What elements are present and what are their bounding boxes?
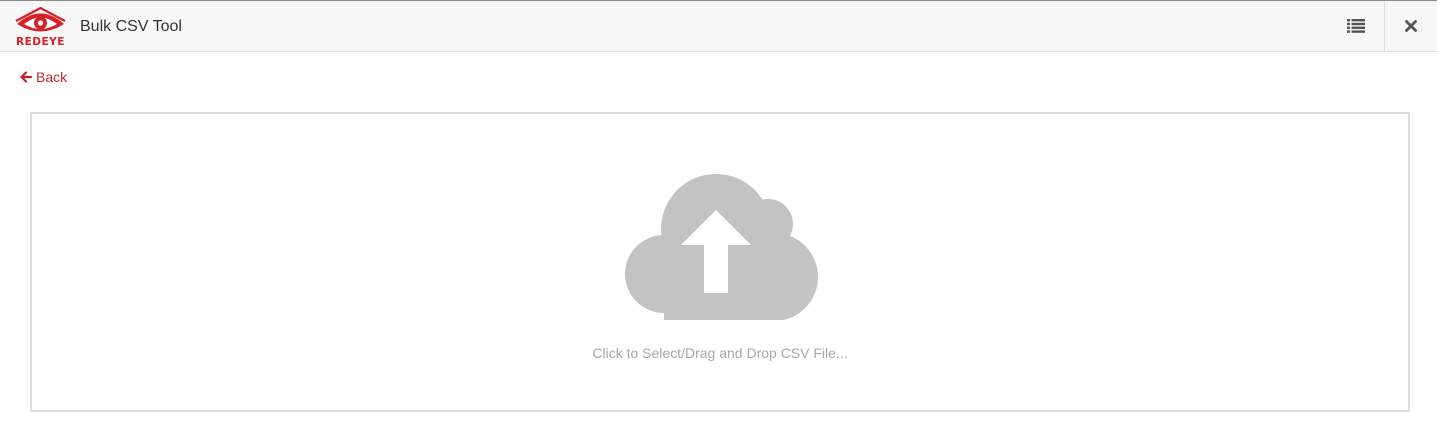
back-label: Back	[36, 69, 68, 85]
cloud-upload-icon	[625, 174, 818, 320]
app-title: Bulk CSV Tool	[80, 18, 182, 35]
back-link[interactable]: Back	[20, 68, 67, 86]
arrow-left-icon	[20, 71, 32, 83]
csv-dropzone[interactable]: Click to Select/Drag and Drop CSV File..…	[30, 112, 1410, 412]
list-view-button[interactable]	[1328, 1, 1383, 51]
dropzone-prompt: Click to Select/Drag and Drop CSV File..…	[592, 345, 848, 361]
app-window: REDEYE Bulk CSV Tool Back Click to Selec…	[0, 0, 1437, 439]
svg-text:REDEYE: REDEYE	[16, 36, 65, 47]
header-bar: REDEYE Bulk CSV Tool	[0, 1, 1437, 52]
redeye-logo: REDEYE	[15, 7, 66, 47]
list-icon	[1346, 19, 1365, 33]
close-icon	[1405, 20, 1417, 32]
close-button[interactable]	[1384, 1, 1437, 51]
